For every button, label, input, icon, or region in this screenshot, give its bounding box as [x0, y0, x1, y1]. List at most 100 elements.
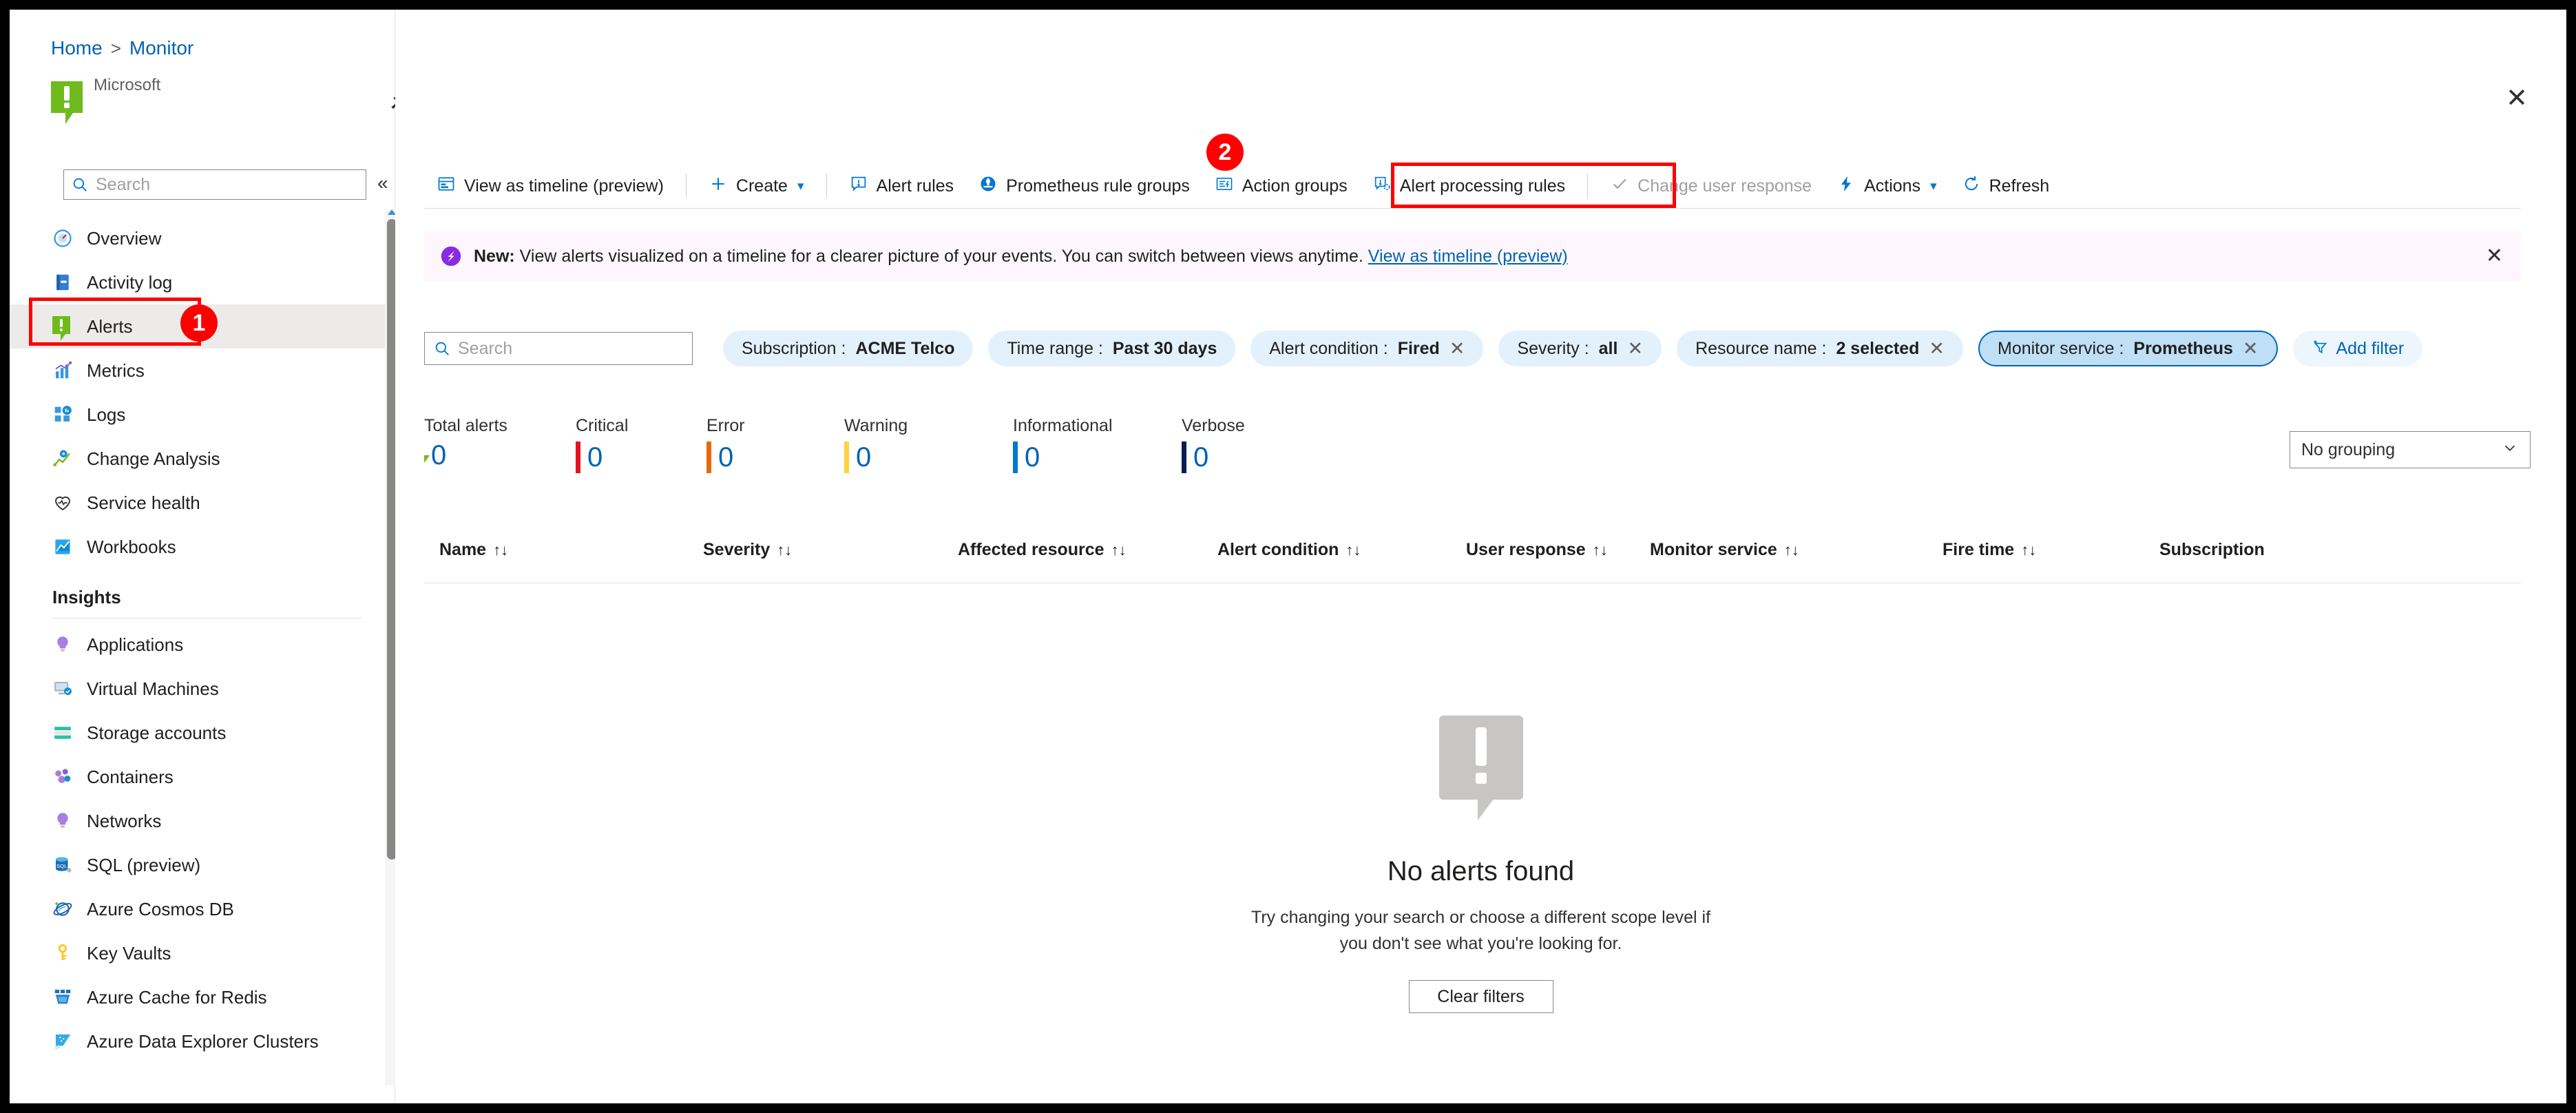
- column-header-name[interactable]: Name ↑↓: [439, 540, 508, 560]
- filter-chip-subscription[interactable]: Subscription : ACME Telco: [723, 331, 974, 366]
- sidebar-item-label: Networks: [87, 810, 162, 831]
- column-header-fire-time[interactable]: Fire time ↑↓: [1943, 540, 2036, 560]
- redis-cache-icon: [52, 987, 73, 1008]
- close-icon[interactable]: ✕: [2506, 85, 2528, 112]
- sort-icon[interactable]: ↑↓: [1111, 541, 1127, 559]
- sidebar-item-activity-log[interactable]: Activity log: [10, 260, 385, 304]
- banner-close-icon[interactable]: ✕: [2486, 246, 2503, 267]
- sort-icon[interactable]: ↑↓: [2021, 541, 2036, 559]
- column-header-affected-resource[interactable]: Affected resource ↑↓: [958, 540, 1127, 560]
- sort-icon[interactable]: ↑↓: [1593, 541, 1608, 559]
- remove-filter-icon[interactable]: ✕: [1627, 338, 1643, 360]
- checkmark-icon: [1610, 174, 1629, 198]
- breadcrumb-monitor[interactable]: Monitor: [129, 37, 193, 59]
- sidebar-item-label: Containers: [87, 766, 174, 787]
- sidebar-item-containers[interactable]: Containers: [10, 755, 385, 799]
- applications-icon: [52, 634, 73, 655]
- banner-link[interactable]: View as timeline (preview): [1368, 247, 1568, 266]
- sidebar-item-overview[interactable]: Overview: [10, 216, 385, 260]
- sidebar-item-azure-cosmos-db[interactable]: Azure Cosmos DB: [10, 887, 385, 931]
- toolbar-actions[interactable]: Actions ▾: [1824, 170, 1949, 202]
- sidebar-item-logs[interactable]: Logs: [10, 393, 385, 437]
- counter-verbose[interactable]: Verbose 0: [1182, 416, 1319, 473]
- alert-placeholder-icon: [1438, 716, 1523, 820]
- add-filter-button[interactable]: Add filter: [2292, 331, 2423, 366]
- toolbar-alert-rules[interactable]: Alert rules: [837, 170, 967, 202]
- sidebar-item-azure-data-explorer-clusters[interactable]: Azure Data Explorer Clusters: [10, 1019, 385, 1063]
- remove-filter-icon[interactable]: ✕: [1929, 338, 1945, 360]
- filter-chip-value: all: [1598, 338, 1618, 358]
- sidebar-item-azure-cache-for-redis[interactable]: Azure Cache for Redis: [10, 975, 385, 1019]
- filter-chip-monitor-service[interactable]: Monitor service : Prometheus ✕: [1978, 331, 2278, 366]
- sidebar-item-virtual-machines[interactable]: Virtual Machines: [10, 667, 385, 711]
- column-label: Severity: [703, 540, 771, 559]
- alerts-search-input[interactable]: [458, 338, 684, 359]
- sort-icon[interactable]: ↑↓: [777, 541, 792, 559]
- breadcrumb-home[interactable]: Home: [51, 37, 103, 59]
- page-publisher: Microsoft: [94, 76, 161, 94]
- empty-state-title: No alerts found: [1387, 856, 1575, 886]
- sidebar-item-alerts[interactable]: Alerts: [10, 304, 385, 349]
- counter-label: Error: [706, 416, 745, 435]
- remove-filter-icon[interactable]: ✕: [2243, 338, 2259, 360]
- column-header-user-response[interactable]: User response ↑↓: [1466, 540, 1608, 560]
- sidebar-item-workbooks[interactable]: Workbooks: [10, 525, 385, 569]
- filter-chip-label: Severity :: [1517, 338, 1589, 358]
- sidebar-item-label: Metrics: [87, 360, 145, 381]
- banner-text: New: View alerts visualized on a timelin…: [474, 247, 1568, 267]
- collapse-nav-icon[interactable]: «: [377, 174, 388, 193]
- alerts-search-box[interactable]: [424, 332, 693, 365]
- filter-chip-label: Subscription :: [742, 338, 846, 358]
- sidebar-item-metrics[interactable]: Metrics: [10, 349, 385, 393]
- remove-filter-icon[interactable]: ✕: [1449, 338, 1465, 360]
- filter-chip-value: Past 30 days: [1112, 338, 1217, 358]
- service-health-icon: [52, 492, 73, 513]
- sidebar-item-change-analysis[interactable]: Change Analysis: [10, 437, 385, 481]
- toolbar-view-as-timeline[interactable]: View as timeline (preview): [424, 170, 676, 202]
- refresh-icon: [1962, 174, 1981, 198]
- sidebar-item-networks[interactable]: Networks: [10, 799, 385, 843]
- alerts-blade: ✕ View as timeline (preview) Create ▾ Al…: [395, 10, 2566, 1103]
- toolbar-create[interactable]: Create ▾: [696, 170, 817, 202]
- sidebar-item-key-vaults[interactable]: Key Vaults: [10, 931, 385, 975]
- counter-warning[interactable]: Warning 0: [844, 416, 1013, 473]
- clear-filters-button[interactable]: Clear filters: [1408, 980, 1553, 1013]
- filter-chip-severity[interactable]: Severity : all ✕: [1498, 331, 1662, 366]
- filter-chip-resource-name[interactable]: Resource name : 2 selected ✕: [1677, 331, 1963, 366]
- sidebar-search-box[interactable]: [63, 169, 366, 200]
- counter-critical[interactable]: Critical 0: [576, 416, 706, 473]
- toolbar-prometheus-rule-groups[interactable]: Prometheus rule groups: [966, 170, 1202, 202]
- severity-bar-error: [706, 441, 711, 473]
- sort-icon[interactable]: ↑↓: [1345, 541, 1361, 559]
- column-header-subscription[interactable]: Subscription: [2159, 540, 2265, 560]
- column-header-monitor-service[interactable]: Monitor service ↑↓: [1650, 540, 1799, 560]
- sidebar-item-label: Storage accounts: [87, 722, 227, 743]
- plus-icon: [709, 174, 728, 198]
- toolbar-separator: [826, 174, 827, 198]
- cosmos-db-icon: [52, 899, 73, 919]
- chevron-down-icon: [2501, 439, 2519, 461]
- toolbar-button-label: Actions: [1864, 176, 1921, 196]
- counter-informational[interactable]: Informational 0: [1013, 416, 1182, 473]
- sidebar-item-sql[interactable]: SQL SQL (preview): [10, 843, 385, 887]
- sort-icon[interactable]: ↑↓: [493, 541, 508, 559]
- toolbar-alert-processing-rules[interactable]: Alert processing rules: [1360, 170, 1578, 202]
- filter-chip-time-range[interactable]: Time range : Past 30 days: [988, 331, 1236, 366]
- sidebar-item-storage-accounts[interactable]: Storage accounts: [10, 711, 385, 755]
- counter-value: 0: [718, 442, 734, 472]
- column-header-alert-condition[interactable]: Alert condition ↑↓: [1217, 540, 1361, 560]
- sidebar-search-input[interactable]: [96, 174, 359, 195]
- toolbar-refresh[interactable]: Refresh: [1949, 170, 2062, 202]
- counter-total-alerts[interactable]: Total alerts 0: [424, 416, 576, 469]
- filter-chip-label: Alert condition :: [1269, 338, 1388, 358]
- sort-icon[interactable]: ↑↓: [1784, 541, 1799, 559]
- alerts-table-header: Name ↑↓ Severity ↑↓ Affected resource ↑↓…: [424, 540, 2521, 583]
- counter-error[interactable]: Error 0: [706, 416, 844, 473]
- sidebar-item-service-health[interactable]: Service health: [10, 481, 385, 525]
- filter-chip-alert-condition[interactable]: Alert condition : Fired ✕: [1250, 331, 1484, 366]
- grouping-select[interactable]: No grouping: [2290, 431, 2531, 468]
- toolbar-action-groups[interactable]: Action groups: [1202, 170, 1360, 202]
- column-header-severity[interactable]: Severity ↑↓: [703, 540, 792, 560]
- sidebar-item-applications[interactable]: Applications: [10, 623, 385, 667]
- search-icon: [73, 178, 87, 191]
